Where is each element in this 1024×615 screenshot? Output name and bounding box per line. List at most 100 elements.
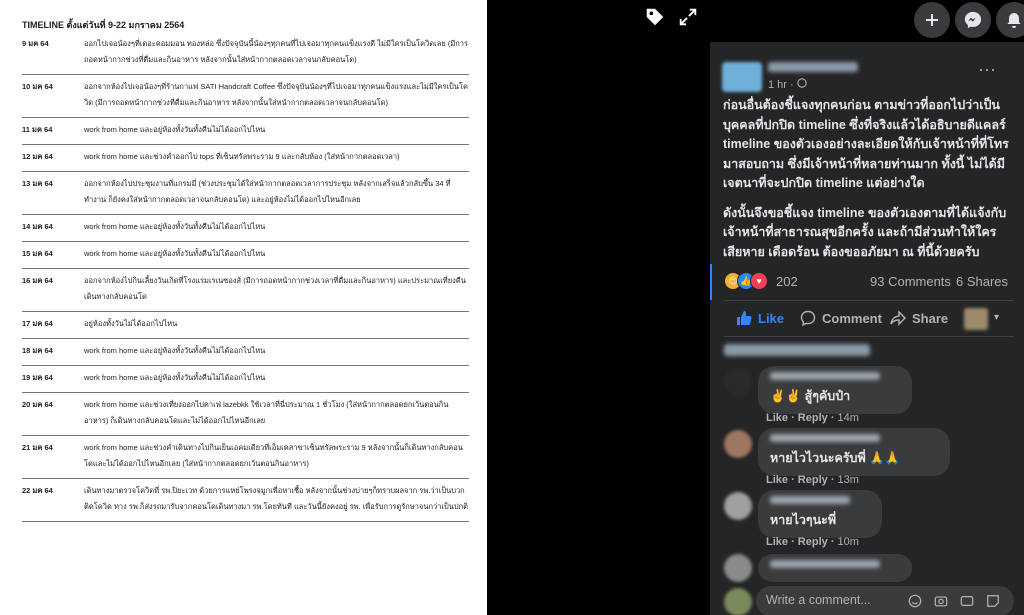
comment-actions: Like · Reply · 13m bbox=[766, 474, 859, 486]
shares-count[interactable]: 6 Shares bbox=[956, 274, 1008, 289]
commenter-name[interactable] bbox=[770, 560, 880, 568]
timeline-date: 10 มค 64 bbox=[22, 82, 53, 91]
divider-top bbox=[724, 300, 1014, 301]
timeline-text: ออกไปเจอน้องๆที่เดอะคอมมอน ทองหล่อ ซึ่งป… bbox=[84, 39, 469, 64]
timeline-row: 22 มค 64 เดินทางมาตรวจโควิดที่ รพ.ปิยะเวท… bbox=[22, 479, 469, 522]
timeline-row: 16 มค 64 ออกจากห้องไปกินเลี้ยงวันเกิดที่โ… bbox=[22, 269, 469, 312]
timeline-date: 18 มค 64 bbox=[22, 346, 53, 355]
timeline-document-image: TIMELINE ตั้งแต่วันที่ 9-22 มกราคม 2564 … bbox=[0, 0, 487, 615]
post-time-text: 1 hr · bbox=[768, 79, 794, 91]
bell-icon bbox=[1007, 13, 1021, 28]
more-options-icon[interactable]: ··· bbox=[978, 60, 996, 78]
timeline-row: 12 มค 64 work from home และช่วงค่ำออกไป t… bbox=[22, 145, 469, 172]
timeline-text: ออกจากห้องไปกินเลี้ยงวันเกิดที่โรงแรมเรเ… bbox=[84, 276, 466, 301]
comment-label: Comment bbox=[822, 310, 882, 326]
timeline-text: ออกจากห้องไปเจอน้องๆที่ร้านกาแฟ SATI Han… bbox=[84, 82, 468, 107]
comment-like-link[interactable]: Like bbox=[766, 536, 788, 548]
share-icon bbox=[890, 310, 906, 326]
timeline-date: 19 มค 64 bbox=[22, 373, 53, 382]
reaction-count: 202 bbox=[776, 273, 798, 289]
commenter-name[interactable] bbox=[770, 372, 880, 380]
document-title: TIMELINE ตั้งแต่วันที่ 9-22 มกราคม 2564 bbox=[22, 20, 185, 30]
emoji-icon[interactable] bbox=[908, 594, 922, 608]
like-label: Like bbox=[758, 310, 785, 326]
expand-icon[interactable] bbox=[677, 6, 699, 28]
share-button[interactable]: Share bbox=[890, 310, 948, 326]
comment-bubble: ✌️✌️ สู้ๆคับป๋า bbox=[758, 366, 912, 414]
timeline-row: 9 มค 64 ออกไปเจอน้องๆที่เดอะคอมมอน ทองหล่… bbox=[22, 32, 469, 75]
comment-avatar[interactable] bbox=[724, 368, 752, 396]
timeline-date: 13 มค 64 bbox=[22, 179, 53, 188]
timeline-date: 20 มค 64 bbox=[22, 400, 53, 409]
timeline-row: 19 มค 64 work from home และอยู่ห้องทั้งวั… bbox=[22, 366, 469, 393]
comments-count[interactable]: 93 Comments bbox=[870, 274, 951, 289]
timeline-text: อยู่ห้องทั้งวันไม่ได้ออกไปไหน bbox=[84, 319, 178, 328]
comment-avatar[interactable] bbox=[724, 430, 752, 458]
messenger-button[interactable] bbox=[955, 2, 991, 38]
like-button[interactable]: Like bbox=[736, 310, 784, 326]
reactions-summary[interactable]: 😍 👍 ♥ 202 bbox=[724, 272, 798, 290]
timeline-row: 21 มค 64 work from home และช่วงค่ำเดินทาง… bbox=[22, 436, 469, 479]
comment-time[interactable]: 10m bbox=[838, 536, 859, 548]
thumbs-up-icon bbox=[737, 311, 752, 325]
comment-text: หายไวไวนะครับพี่ 🙏🙏 bbox=[770, 451, 901, 465]
my-avatar[interactable] bbox=[724, 588, 752, 615]
document-rows: 9 มค 64 ออกไปเจอน้องๆที่เดอะคอมมอน ทองหล่… bbox=[22, 32, 469, 522]
post-time[interactable]: 1 hr · bbox=[768, 78, 807, 91]
timeline-date: 11 มค 64 bbox=[22, 125, 53, 134]
timeline-text: work from home และอยู่ห้องทั้งวันทั้งคืน… bbox=[84, 346, 266, 355]
timeline-text: work from home และอยู่ห้องทั้งวันทั้งคืน… bbox=[84, 125, 266, 134]
post-paragraph-1: ก่อนอื่นต้องชี้แจงทุกคนก่อน ตามข่าวที่ออ… bbox=[723, 98, 1009, 190]
timeline-text: work from home และช่วงค่ำออกไป tops ที่เ… bbox=[84, 152, 400, 161]
timeline-row: 15 มค 64 work from home และอยู่ห้องทั้งวั… bbox=[22, 242, 469, 269]
comments-filter[interactable] bbox=[724, 344, 870, 356]
comment-text: หายไวๆนะพี่ bbox=[770, 513, 837, 527]
timeline-date: 16 มค 64 bbox=[22, 276, 53, 285]
timeline-row: 11 มค 64 work from home และอยู่ห้องทั้งวั… bbox=[22, 118, 469, 145]
photo-viewer[interactable]: TIMELINE ตั้งแต่วันที่ 9-22 มกราคม 2564 … bbox=[0, 0, 710, 615]
timeline-row: 14 มค 64 work from home และอยู่ห้องทั้งวั… bbox=[22, 215, 469, 242]
globe-icon bbox=[797, 78, 807, 88]
comment-reply-link[interactable]: Reply bbox=[798, 536, 828, 548]
timeline-date: 22 มค 64 bbox=[22, 486, 53, 495]
timeline-date: 9 มค 64 bbox=[22, 39, 49, 48]
share-as-avatar[interactable] bbox=[964, 308, 988, 330]
comment-like-link[interactable]: Like bbox=[766, 412, 788, 424]
timeline-text: work from home และช่วงค่ำเดินทางไปกินเย็… bbox=[84, 443, 463, 468]
timeline-text: work from home และอยู่ห้องทั้งวันทั้งคืน… bbox=[84, 249, 266, 258]
timeline-text: ออกจากห้องไปประชุมงานที่แกรมมี่ (ช่วงประ… bbox=[84, 179, 451, 204]
comment-text: ✌️✌️ สู้ๆคับป๋า bbox=[770, 389, 851, 403]
comment-avatar[interactable] bbox=[724, 492, 752, 520]
comment-time[interactable]: 14m bbox=[838, 412, 859, 424]
comment-reply-link[interactable]: Reply bbox=[798, 474, 828, 486]
tag-icon[interactable] bbox=[644, 6, 666, 28]
timeline-text: เดินทางมาตรวจโควิดที่ รพ.ปิยะเวท ด้วยการ… bbox=[84, 486, 469, 511]
author-avatar[interactable] bbox=[722, 62, 762, 92]
commenter-name[interactable] bbox=[770, 434, 880, 442]
comment-composer[interactable]: Write a comment... bbox=[756, 586, 1014, 615]
timeline-date: 21 มค 64 bbox=[22, 443, 53, 452]
comment-button[interactable]: Comment bbox=[800, 310, 882, 326]
comment-like-link[interactable]: Like bbox=[766, 474, 788, 486]
timeline-row: 18 มค 64 work from home และอยู่ห้องทั้งวั… bbox=[22, 339, 469, 366]
timeline-date: 15 มค 64 bbox=[22, 249, 53, 258]
comment-icon bbox=[800, 310, 816, 326]
comment-time[interactable]: 13m bbox=[838, 474, 859, 486]
comment-input-placeholder: Write a comment... bbox=[766, 593, 871, 607]
chevron-down-icon[interactable]: ▾ bbox=[994, 312, 999, 323]
notifications-button[interactable] bbox=[996, 2, 1024, 38]
comment-avatar[interactable] bbox=[724, 554, 752, 582]
timeline-row: 20 มค 64 work from home และช่วงเที่ยงออกไ… bbox=[22, 393, 469, 436]
commenter-name[interactable] bbox=[770, 496, 850, 504]
sticker-icon[interactable] bbox=[986, 594, 1000, 608]
post-paragraph-2: ดังนั้นจึงขอชี้แจง timeline ของตัวเองตาม… bbox=[723, 205, 1007, 259]
comment-bubble: หายไวๆนะพี่ bbox=[758, 490, 882, 538]
camera-icon[interactable] bbox=[934, 594, 948, 608]
messenger-icon bbox=[964, 11, 982, 29]
comment-reply-link[interactable]: Reply bbox=[798, 412, 828, 424]
gif-icon[interactable] bbox=[960, 594, 974, 608]
author-name[interactable] bbox=[768, 62, 858, 72]
timeline-row: 10 มค 64 ออกจากห้องไปเจอน้องๆที่ร้านกาแฟ … bbox=[22, 75, 469, 118]
create-button[interactable] bbox=[914, 2, 950, 38]
comment-actions: Like · Reply · 14m bbox=[766, 412, 859, 424]
